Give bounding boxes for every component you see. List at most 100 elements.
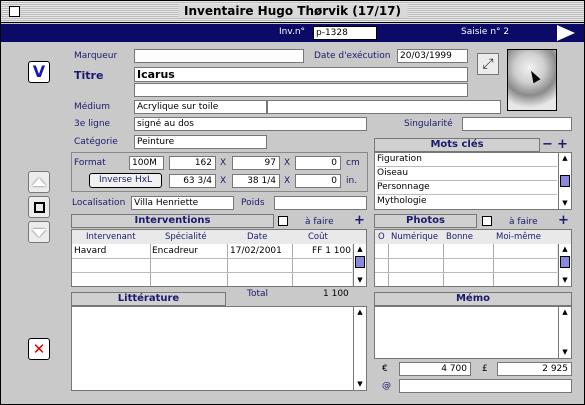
column-header: Spécialité — [165, 232, 207, 242]
unit-in-label: in. — [346, 176, 358, 186]
keyword-item[interactable]: Personnage — [377, 181, 557, 195]
photos-afaire-checkbox[interactable] — [482, 216, 492, 226]
localisation-field[interactable]: Villa Henriette — [131, 196, 234, 210]
close-box[interactable] — [9, 6, 20, 17]
total-value: 1 100 — [323, 289, 349, 299]
photos-table: O Numérique Bonne Moi-même ▲ ▼ — [374, 229, 572, 287]
scroll-down-icon[interactable]: ▼ — [354, 379, 366, 390]
medium-field[interactable]: Acrylique sur toile — [134, 100, 267, 114]
photos-scrollbar[interactable]: ▲ ▼ — [558, 244, 571, 286]
height-in-field[interactable]: 63 3/4 — [169, 174, 216, 188]
expand-image-icon[interactable]: ⤢ — [477, 53, 499, 75]
scroll-down-icon[interactable]: ▼ — [559, 275, 571, 286]
medium-label: Médium — [74, 102, 110, 112]
marqueur-field[interactable] — [134, 49, 304, 63]
pound-price-field[interactable]: 2 925 — [497, 362, 572, 376]
row-cell: 17/02/2001 — [230, 246, 282, 256]
troisieme-ligne-field[interactable]: signé au dos — [134, 117, 367, 131]
table-body — [375, 244, 557, 286]
previous-record-button[interactable] — [28, 171, 50, 193]
scroll-up-icon[interactable]: ▲ — [354, 244, 366, 255]
marqueur-label: Marqueur — [74, 51, 118, 61]
scroll-down-icon[interactable]: ▼ — [559, 198, 571, 209]
interventions-scrollbar[interactable]: ▲ ▼ — [353, 244, 366, 286]
scroll-down-icon[interactable]: ▼ — [354, 275, 366, 286]
photos-afaire-label: à faire — [509, 217, 538, 227]
euro-price-field[interactable]: 4 700 — [399, 362, 471, 376]
date-execution-label: Date d'exécution — [314, 51, 391, 61]
depth-cm-field[interactable]: 0 — [295, 156, 341, 170]
inv-number-field[interactable]: p-1328 — [313, 26, 377, 40]
titre-field-2[interactable] — [134, 83, 468, 97]
memo-textarea[interactable]: ▲ ▼ — [374, 306, 572, 359]
litterature-textarea[interactable]: ▲ ▼ — [71, 306, 367, 391]
pound-icon: £ — [482, 364, 488, 374]
scroll-up-icon[interactable]: ▲ — [559, 244, 571, 255]
x-separator: X — [284, 176, 291, 186]
cursor-arrow-icon — [527, 68, 541, 84]
format-code-field[interactable]: 100M — [129, 156, 164, 170]
scroll-thumb[interactable] — [355, 256, 365, 268]
height-cm-field[interactable]: 162 — [169, 156, 216, 170]
remove-keyword-icon[interactable]: − — [542, 138, 553, 151]
scroll-thumb[interactable] — [560, 256, 570, 268]
memo-scrollbar[interactable]: ▲ ▼ — [558, 307, 571, 358]
form-area: V ✕ Marqueur Date d'exécution 20/03/1999… — [1, 43, 584, 404]
scroll-up-icon[interactable]: ▲ — [354, 307, 366, 318]
square-icon — [33, 202, 45, 213]
depth-in-field[interactable]: 0 — [295, 174, 341, 188]
inv-label: Inv.n° — [279, 27, 306, 37]
delete-button[interactable]: ✕ — [28, 338, 50, 360]
medium-extra-field[interactable] — [267, 100, 501, 114]
add-keyword-icon[interactable]: + — [557, 138, 568, 151]
title-bar[interactable]: Inventaire Hugo Thørvik (17/17) — [1, 1, 584, 23]
localisation-label: Localisation — [72, 198, 126, 208]
column-header: Date — [247, 232, 268, 242]
memo-header: Mémo — [374, 292, 572, 306]
poids-field[interactable] — [274, 196, 367, 210]
width-cm-field[interactable]: 97 — [232, 156, 280, 170]
validate-button[interactable]: V — [28, 61, 50, 83]
keywords-scrollbar[interactable]: ▲ ▼ — [558, 153, 571, 209]
scroll-down-icon[interactable]: ▼ — [559, 347, 571, 358]
table-row[interactable]: Havard Encadreur 17/02/2001 FF 1 100 — [72, 244, 352, 258]
column-header: Numérique — [391, 232, 439, 242]
singularite-field[interactable] — [462, 117, 572, 131]
scroll-up-icon[interactable]: ▲ — [559, 153, 571, 164]
width-in-field[interactable]: 38 1/4 — [232, 174, 280, 188]
date-execution-field[interactable]: 20/03/1999 — [397, 49, 468, 63]
interventions-afaire-label: à faire — [305, 217, 334, 227]
email-field[interactable] — [399, 379, 572, 393]
photos-header: Photos — [374, 214, 477, 228]
troisieme-ligne-label: 3e ligne — [74, 119, 111, 129]
titre-field[interactable]: Icarus — [134, 67, 468, 82]
keyword-item[interactable]: Figuration — [377, 153, 557, 167]
inverse-hxl-button[interactable]: Inverse HxL — [89, 173, 162, 188]
next-record-arrow-icon[interactable] — [557, 25, 575, 41]
artwork-thumbnail[interactable] — [507, 49, 557, 111]
saisie-label: Saisie n° 2 — [461, 27, 510, 37]
scroll-up-icon[interactable]: ▲ — [559, 307, 571, 318]
litterature-scrollbar[interactable]: ▲ ▼ — [353, 307, 366, 390]
record-nav-bar: Inv.n° p-1328 Saisie n° 2 — [1, 24, 584, 42]
current-record-button[interactable] — [28, 196, 50, 218]
interventions-table: Intervenant Spécialité Date Coût Havard … — [71, 229, 367, 287]
unit-cm-label: cm — [346, 158, 360, 168]
categorie-field[interactable]: Peinture — [134, 135, 267, 149]
keyword-item[interactable]: Mythologie — [377, 195, 557, 209]
column-header: Intervenant — [86, 232, 136, 242]
main-window: Inventaire Hugo Thørvik (17/17) Inv.n° p… — [0, 0, 585, 405]
arrow-down-icon — [32, 229, 46, 237]
format-label: Format — [74, 158, 106, 168]
mots-cles-list: Figuration Oiseau Personnage Mythologie … — [374, 152, 572, 210]
add-intervention-icon[interactable]: + — [354, 214, 365, 227]
next-record-button[interactable] — [28, 221, 50, 243]
add-photo-icon[interactable]: + — [558, 214, 569, 227]
delete-x-icon: ✕ — [32, 340, 46, 358]
scroll-thumb[interactable] — [560, 175, 570, 187]
keyword-item[interactable]: Oiseau — [377, 167, 557, 181]
interventions-afaire-checkbox[interactable] — [278, 216, 288, 226]
euro-icon: € — [382, 364, 388, 374]
categorie-label: Catégorie — [74, 137, 118, 147]
litterature-header: Littérature — [71, 292, 226, 306]
